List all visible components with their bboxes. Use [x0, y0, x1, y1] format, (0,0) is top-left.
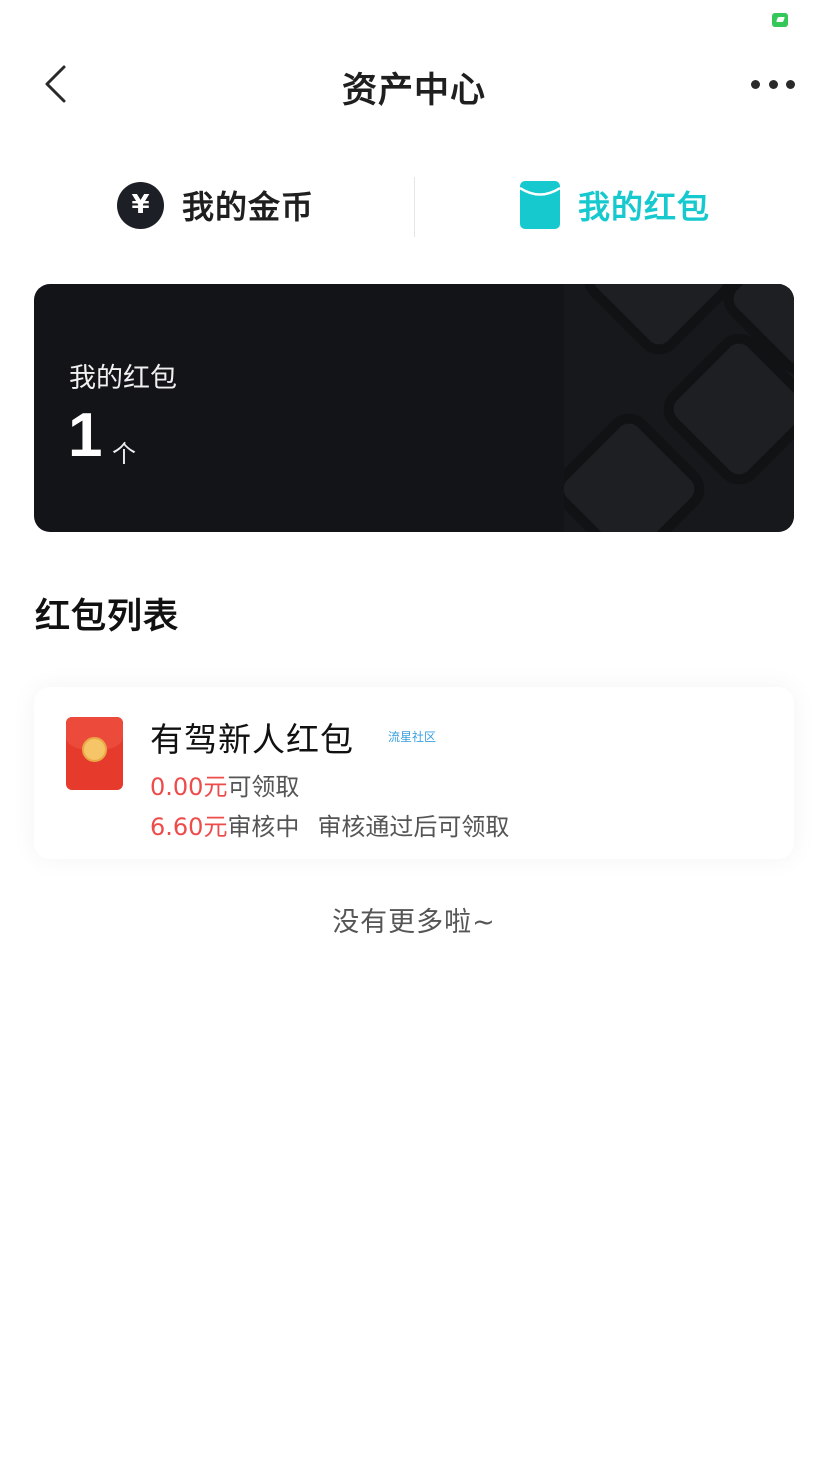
pending-amount: 6.60元 [150, 813, 228, 841]
red-packet-list-item[interactable]: 有驾新人红包 流星社区 0.00元可领取 6.60元审核中 审核通过后可领取 [34, 687, 794, 859]
tab-my-coins-label: 我的金币 [182, 188, 315, 226]
summary-label: 我的红包 [69, 363, 177, 394]
list-title: 红包列表 [35, 597, 180, 637]
more-button[interactable] [745, 66, 801, 102]
yen-coin-icon: ¥ [117, 181, 164, 229]
tab-my-coins[interactable]: ¥ 我的金币 [117, 170, 314, 240]
end-of-list-text: 没有更多啦~ [332, 907, 496, 938]
claimable-line: 0.00元可领取 [150, 767, 299, 802]
count-unit: 个 [112, 440, 136, 468]
item-title: 有驾新人红包 [150, 720, 354, 759]
pending-note: 审核通过后可领取 [317, 813, 510, 841]
status-indicator [772, 13, 788, 27]
red-packet-summary-card: 我的红包 1 个 [34, 284, 794, 532]
claimable-status: 可领取 [227, 773, 300, 801]
tab-divider [414, 177, 415, 237]
item-source: 流星社区 [388, 730, 437, 744]
pending-status: 审核中 [227, 813, 300, 841]
card-decoration [564, 284, 794, 532]
page-title: 资产中心 [341, 71, 486, 111]
nav-bar: 资产中心 [0, 50, 828, 120]
red-packet-icon [520, 181, 560, 229]
more-dot-icon [751, 79, 760, 89]
pending-line: 6.60元审核中 审核通过后可领取 [150, 807, 509, 842]
tab-my-red-packets-label: 我的红包 [578, 188, 711, 226]
red-packet-count: 1 [68, 401, 103, 470]
claimable-amount: 0.00元 [150, 773, 228, 801]
more-dot-icon [768, 79, 778, 89]
red-envelope-icon [66, 717, 123, 790]
tab-my-red-packets[interactable]: 我的红包 [520, 170, 710, 240]
more-dot-icon [786, 79, 795, 89]
